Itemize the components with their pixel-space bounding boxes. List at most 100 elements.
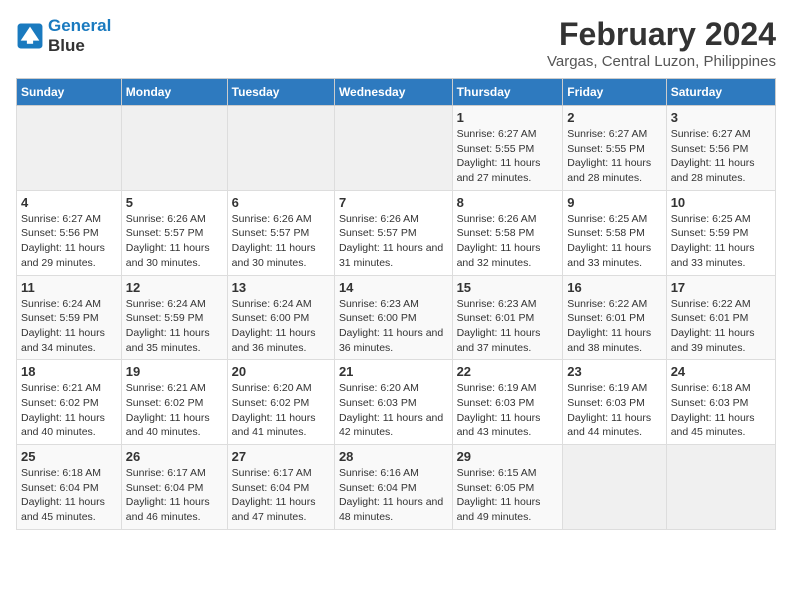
day-info: Sunrise: 6:27 AM Sunset: 5:56 PM Dayligh… [21, 212, 117, 271]
logo-text: General Blue [48, 16, 111, 56]
calendar-cell [227, 106, 334, 191]
day-number: 21 [339, 364, 448, 379]
calendar-cell: 16 Sunrise: 6:22 AM Sunset: 6:01 PM Dayli… [563, 275, 666, 360]
day-info: Sunrise: 6:26 AM Sunset: 5:57 PM Dayligh… [339, 212, 448, 271]
calendar-cell: 27Sunrise: 6:17 AM Sunset: 6:04 PM Dayli… [227, 445, 334, 530]
day-number: 4 [21, 195, 117, 210]
day-info: Sunrise: 6:27 AM Sunset: 5:55 PM Dayligh… [567, 127, 661, 186]
day-info: Sunrise: 6:27 AM Sunset: 5:56 PM Dayligh… [671, 127, 771, 186]
header: General Blue February 2024 Vargas, Centr… [16, 16, 776, 70]
calendar-cell: 4 Sunrise: 6:27 AM Sunset: 5:56 PM Daylig… [17, 190, 122, 275]
day-number: 6 [232, 195, 330, 210]
day-info: Sunrise: 6:22 AM Sunset: 6:01 PM Dayligh… [671, 297, 771, 356]
calendar-table: SundayMondayTuesdayWednesdayThursdayFrid… [16, 78, 776, 530]
day-number: 3 [671, 110, 771, 125]
day-number: 9 [567, 195, 661, 210]
week-row-0: 1 Sunrise: 6:27 AM Sunset: 5:55 PM Daylig… [17, 106, 776, 191]
weekday-header-friday: Friday [563, 79, 666, 106]
calendar-cell: 9 Sunrise: 6:25 AM Sunset: 5:58 PM Daylig… [563, 190, 666, 275]
day-number: 29 [457, 449, 559, 464]
day-number: 8 [457, 195, 559, 210]
day-info: Sunrise: 6:21 AM Sunset: 6:02 PM Dayligh… [21, 381, 117, 440]
day-number: 14 [339, 280, 448, 295]
day-info: Sunrise: 6:22 AM Sunset: 6:01 PM Dayligh… [567, 297, 661, 356]
day-number: 15 [457, 280, 559, 295]
day-info: Sunrise: 6:23 AM Sunset: 6:00 PM Dayligh… [339, 297, 448, 356]
calendar-cell: 8 Sunrise: 6:26 AM Sunset: 5:58 PM Daylig… [452, 190, 563, 275]
calendar-cell: 7Sunrise: 6:26 AM Sunset: 5:57 PM Daylig… [334, 190, 452, 275]
logo: General Blue [16, 16, 111, 56]
day-number: 16 [567, 280, 661, 295]
day-info: Sunrise: 6:26 AM Sunset: 5:57 PM Dayligh… [126, 212, 223, 271]
calendar-cell [563, 445, 666, 530]
week-row-3: 18 Sunrise: 6:21 AM Sunset: 6:02 PM Dayli… [17, 360, 776, 445]
day-info: Sunrise: 6:25 AM Sunset: 5:58 PM Dayligh… [567, 212, 661, 271]
day-info: Sunrise: 6:27 AM Sunset: 5:55 PM Dayligh… [457, 127, 559, 186]
day-number: 10 [671, 195, 771, 210]
calendar-cell: 2 Sunrise: 6:27 AM Sunset: 5:55 PM Daylig… [563, 106, 666, 191]
weekday-header-wednesday: Wednesday [334, 79, 452, 106]
day-number: 2 [567, 110, 661, 125]
weekday-header-row: SundayMondayTuesdayWednesdayThursdayFrid… [17, 79, 776, 106]
weekday-header-sunday: Sunday [17, 79, 122, 106]
calendar-cell [121, 106, 227, 191]
logo-icon [16, 22, 44, 50]
day-info: Sunrise: 6:19 AM Sunset: 6:03 PM Dayligh… [457, 381, 559, 440]
day-number: 20 [232, 364, 330, 379]
calendar-cell: 22 Sunrise: 6:19 AM Sunset: 6:03 PM Dayli… [452, 360, 563, 445]
subtitle: Vargas, Central Luzon, Philippines [547, 53, 776, 70]
calendar-cell: 5 Sunrise: 6:26 AM Sunset: 5:57 PM Daylig… [121, 190, 227, 275]
week-row-2: 11 Sunrise: 6:24 AM Sunset: 5:59 PM Dayli… [17, 275, 776, 360]
day-number: 24 [671, 364, 771, 379]
day-number: 27 [232, 449, 330, 464]
day-info: Sunrise: 6:23 AM Sunset: 6:01 PM Dayligh… [457, 297, 559, 356]
day-info: Sunrise: 6:18 AM Sunset: 6:04 PM Dayligh… [21, 466, 117, 525]
calendar-cell: 15 Sunrise: 6:23 AM Sunset: 6:01 PM Dayli… [452, 275, 563, 360]
day-number: 23 [567, 364, 661, 379]
day-number: 18 [21, 364, 117, 379]
calendar-cell: 17 Sunrise: 6:22 AM Sunset: 6:01 PM Dayli… [666, 275, 775, 360]
day-info: Sunrise: 6:24 AM Sunset: 6:00 PM Dayligh… [232, 297, 330, 356]
day-info: Sunrise: 6:26 AM Sunset: 5:57 PM Dayligh… [232, 212, 330, 271]
day-number: 13 [232, 280, 330, 295]
calendar-cell: 24Sunrise: 6:18 AM Sunset: 6:03 PM Dayli… [666, 360, 775, 445]
calendar-cell: 12Sunrise: 6:24 AM Sunset: 5:59 PM Dayli… [121, 275, 227, 360]
calendar-cell: 28 Sunrise: 6:16 AM Sunset: 6:04 PM Dayli… [334, 445, 452, 530]
calendar-cell [17, 106, 122, 191]
day-info: Sunrise: 6:24 AM Sunset: 5:59 PM Dayligh… [21, 297, 117, 356]
day-number: 1 [457, 110, 559, 125]
calendar-cell: 3 Sunrise: 6:27 AM Sunset: 5:56 PM Daylig… [666, 106, 775, 191]
day-number: 11 [21, 280, 117, 295]
calendar-cell [666, 445, 775, 530]
day-number: 5 [126, 195, 223, 210]
calendar-cell: 26Sunrise: 6:17 AM Sunset: 6:04 PM Dayli… [121, 445, 227, 530]
calendar-cell: 10Sunrise: 6:25 AM Sunset: 5:59 PM Dayli… [666, 190, 775, 275]
week-row-4: 25 Sunrise: 6:18 AM Sunset: 6:04 PM Dayli… [17, 445, 776, 530]
calendar-cell: 6 Sunrise: 6:26 AM Sunset: 5:57 PM Daylig… [227, 190, 334, 275]
day-number: 28 [339, 449, 448, 464]
day-info: Sunrise: 6:26 AM Sunset: 5:58 PM Dayligh… [457, 212, 559, 271]
day-number: 19 [126, 364, 223, 379]
calendar-cell: 18 Sunrise: 6:21 AM Sunset: 6:02 PM Dayli… [17, 360, 122, 445]
day-info: Sunrise: 6:15 AM Sunset: 6:05 PM Dayligh… [457, 466, 559, 525]
calendar-cell [334, 106, 452, 191]
day-number: 17 [671, 280, 771, 295]
calendar-cell: 13 Sunrise: 6:24 AM Sunset: 6:00 PM Dayli… [227, 275, 334, 360]
calendar-cell: 25 Sunrise: 6:18 AM Sunset: 6:04 PM Dayli… [17, 445, 122, 530]
day-info: Sunrise: 6:16 AM Sunset: 6:04 PM Dayligh… [339, 466, 448, 525]
calendar-cell: 11 Sunrise: 6:24 AM Sunset: 5:59 PM Dayli… [17, 275, 122, 360]
day-info: Sunrise: 6:21 AM Sunset: 6:02 PM Dayligh… [126, 381, 223, 440]
calendar-cell: 20Sunrise: 6:20 AM Sunset: 6:02 PM Dayli… [227, 360, 334, 445]
day-info: Sunrise: 6:20 AM Sunset: 6:03 PM Dayligh… [339, 381, 448, 440]
calendar-cell: 19 Sunrise: 6:21 AM Sunset: 6:02 PM Dayli… [121, 360, 227, 445]
weekday-header-thursday: Thursday [452, 79, 563, 106]
day-number: 22 [457, 364, 559, 379]
calendar-cell: 29 Sunrise: 6:15 AM Sunset: 6:05 PM Dayli… [452, 445, 563, 530]
weekday-header-saturday: Saturday [666, 79, 775, 106]
day-number: 26 [126, 449, 223, 464]
weekday-header-monday: Monday [121, 79, 227, 106]
day-number: 12 [126, 280, 223, 295]
weekday-header-tuesday: Tuesday [227, 79, 334, 106]
day-number: 25 [21, 449, 117, 464]
week-row-1: 4 Sunrise: 6:27 AM Sunset: 5:56 PM Daylig… [17, 190, 776, 275]
